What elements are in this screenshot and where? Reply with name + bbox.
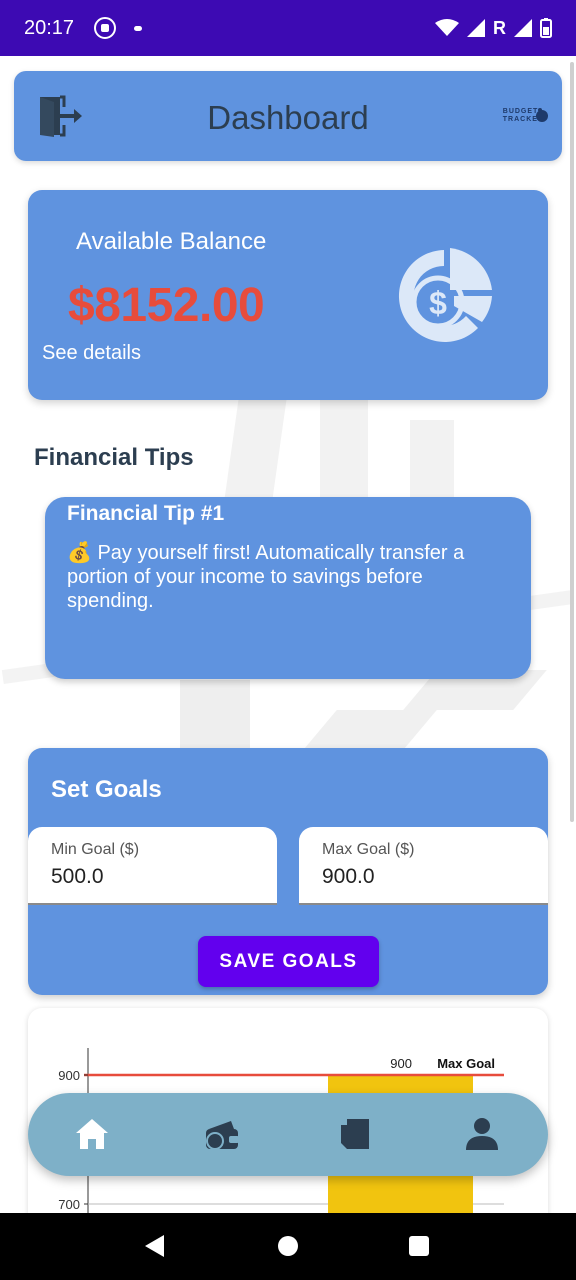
tip-body: 💰 Pay yourself first! Automatically tran…: [67, 542, 465, 612]
max-goal-label: Max Goal: [437, 1056, 495, 1071]
home-icon: [76, 1119, 108, 1149]
person-icon: [466, 1118, 498, 1150]
min-goal-value[interactable]: 500.0: [51, 865, 104, 889]
balance-card: Available Balance $8152.00 See details $: [28, 190, 548, 400]
max-goal-label: Max Goal ($): [322, 841, 415, 858]
max-goal-value-label: 900: [390, 1056, 412, 1071]
set-goals-card: Set Goals Min Goal ($) 500.0 Max Goal ($…: [28, 748, 548, 995]
min-goal-field[interactable]: Min Goal ($) 500.0: [28, 827, 277, 905]
status-time: 20:17: [24, 16, 75, 39]
y-tick-label: 900: [58, 1068, 80, 1083]
svg-text:$: $: [429, 285, 447, 321]
wifi-icon: [435, 19, 459, 36]
home-button[interactable]: [278, 1236, 298, 1256]
back-button[interactable]: [145, 1235, 164, 1257]
note-icon: [341, 1119, 369, 1149]
signal-icon: [514, 19, 532, 37]
app-header: Dashboard BUDGET TRACKER: [14, 71, 562, 161]
balance-amount: $8152.00: [68, 279, 265, 332]
balance-label: Available Balance: [76, 228, 267, 255]
y-tick-label: 700: [58, 1197, 80, 1212]
battery-icon: [540, 18, 552, 38]
signal-icon: [467, 19, 485, 37]
bottom-navigation: [28, 1093, 548, 1176]
money-chart-icon: $: [398, 248, 492, 342]
system-navigation-bar: [0, 1213, 576, 1280]
piggy-bank-icon: [536, 108, 548, 122]
scrollbar[interactable]: [570, 62, 574, 822]
nav-notes[interactable]: [334, 1114, 374, 1154]
nav-profile[interactable]: [462, 1114, 502, 1154]
set-goals-title: Set Goals: [51, 776, 162, 803]
min-goal-label: Min Goal ($): [51, 841, 140, 858]
nav-wallet[interactable]: [202, 1114, 242, 1154]
financial-tips-heading: Financial Tips: [34, 444, 194, 471]
whatsapp-icon: [94, 17, 117, 39]
max-goal-field[interactable]: Max Goal ($) 900.0: [299, 827, 548, 905]
tip-card: Financial Tip #1 💰 Pay yourself first! A…: [45, 497, 531, 679]
page-title: Dashboard: [207, 99, 369, 136]
tip-title: Financial Tip #1: [67, 502, 225, 525]
see-details-link[interactable]: See details: [42, 342, 141, 365]
status-right: R: [435, 18, 552, 39]
status-bar: 20:17 R: [0, 0, 576, 56]
max-goal-value[interactable]: 900.0: [322, 865, 375, 889]
save-goals-button[interactable]: SAVE GOALS: [198, 936, 379, 987]
roaming-indicator: R: [493, 17, 506, 38]
status-left: 20:17: [24, 16, 143, 40]
nav-home[interactable]: [72, 1114, 112, 1154]
recents-button[interactable]: [409, 1236, 429, 1256]
wallet-icon: [206, 1121, 239, 1150]
notification-dot-icon: [134, 25, 143, 31]
